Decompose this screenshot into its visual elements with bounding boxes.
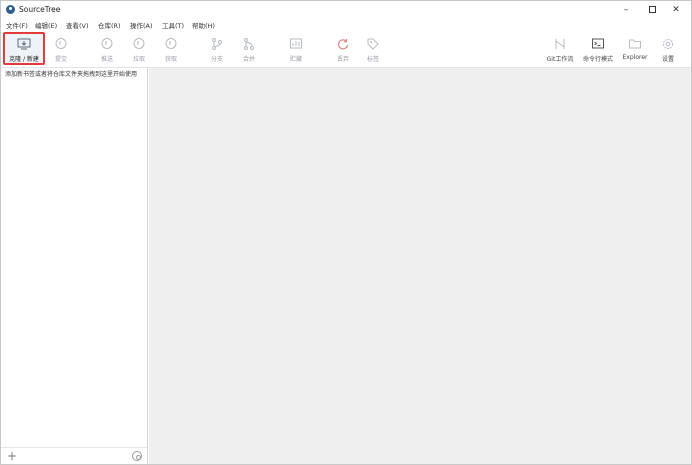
main-content-area	[149, 68, 691, 464]
fetch-button[interactable]: 获取	[157, 32, 185, 65]
tag-label: 标签	[366, 56, 379, 63]
menu-bar: 文件(F) 编辑(E) 查看(V) 仓库(R) 操作(A) 工具(T) 帮助(H…	[1, 19, 691, 31]
sidebar-gear-icon[interactable]	[132, 451, 142, 461]
window-title: SourceTree	[19, 5, 61, 14]
explorer-label: Explorer	[622, 54, 648, 61]
clone-new-button[interactable]: 克隆 / 新建	[3, 32, 45, 65]
pull-icon	[133, 38, 145, 49]
branch-button[interactable]: 分支	[203, 32, 231, 65]
settings-button[interactable]: 设置	[655, 32, 681, 65]
maximize-button[interactable]	[641, 2, 663, 18]
menu-help[interactable]: 帮助(H)	[192, 20, 215, 30]
explorer-button[interactable]: Explorer	[619, 32, 651, 65]
branch-icon	[212, 38, 222, 50]
menu-actions[interactable]: 操作(A)	[130, 20, 153, 30]
clone-icon	[17, 38, 31, 50]
pull-label: 拉取	[132, 56, 145, 63]
gitflow-icon	[555, 39, 565, 49]
menu-tools[interactable]: 工具(T)	[162, 20, 184, 30]
push-label: 推送	[100, 56, 113, 63]
sourcetree-window: SourceTree – ✕ 文件(F) 编辑(E) 查看(V) 仓库(R) 操…	[0, 0, 692, 465]
commit-icon	[55, 38, 67, 49]
fetch-icon	[165, 38, 177, 49]
merge-label: 合并	[242, 56, 255, 63]
tag-icon	[367, 38, 379, 50]
bookmarks-sidebar: 添加新书签或者将仓库文件夹拖拽到这里开始使用 +	[1, 68, 148, 464]
toolbar: 克隆 / 新建 提交 推送 拉取 获取 分支 合并 贮藏 丢弃 标签 Git工作…	[1, 31, 691, 68]
folder-icon	[629, 39, 641, 49]
fetch-label: 获取	[164, 56, 177, 63]
push-button[interactable]: 推送	[93, 32, 121, 65]
sidebar-bottom-bar: +	[1, 447, 147, 464]
stash-button[interactable]: 贮藏	[282, 32, 310, 65]
merge-icon	[244, 38, 254, 50]
merge-button[interactable]: 合并	[235, 32, 263, 65]
terminal-button[interactable]: 命令行模式	[578, 32, 618, 65]
menu-edit[interactable]: 编辑(E)	[35, 20, 57, 30]
stash-icon	[290, 38, 302, 49]
menu-repository[interactable]: 仓库(R)	[98, 20, 121, 30]
menu-view[interactable]: 查看(V)	[66, 20, 89, 30]
discard-label: 丢弃	[336, 56, 349, 63]
discard-button[interactable]: 丢弃	[329, 32, 357, 65]
commit-label: 提交	[54, 56, 67, 63]
add-bookmark-button[interactable]: +	[7, 449, 17, 463]
gitflow-label: Git工作流	[546, 56, 574, 63]
branch-label: 分支	[210, 56, 223, 63]
pull-button[interactable]: 拉取	[125, 32, 153, 65]
discard-icon	[337, 39, 349, 50]
terminal-icon	[592, 38, 604, 49]
settings-label: 设置	[661, 56, 674, 63]
empty-bookmarks-hint: 添加新书签或者将仓库文件夹拖拽到这里开始使用	[5, 71, 138, 78]
terminal-label: 命令行模式	[582, 56, 613, 63]
push-icon	[101, 38, 113, 49]
commit-button[interactable]: 提交	[47, 32, 75, 65]
close-button[interactable]: ✕	[665, 2, 687, 18]
minimize-button[interactable]: –	[615, 2, 637, 18]
sourcetree-logo-icon	[6, 5, 15, 14]
gitflow-button[interactable]: Git工作流	[543, 32, 577, 65]
title-bar: SourceTree – ✕	[1, 1, 691, 19]
menu-file[interactable]: 文件(F)	[6, 20, 28, 30]
maximize-icon	[648, 6, 656, 13]
stash-label: 贮藏	[289, 56, 302, 63]
gear-icon	[663, 39, 673, 49]
clone-new-label: 克隆 / 新建	[9, 56, 39, 63]
tag-button[interactable]: 标签	[359, 32, 387, 65]
